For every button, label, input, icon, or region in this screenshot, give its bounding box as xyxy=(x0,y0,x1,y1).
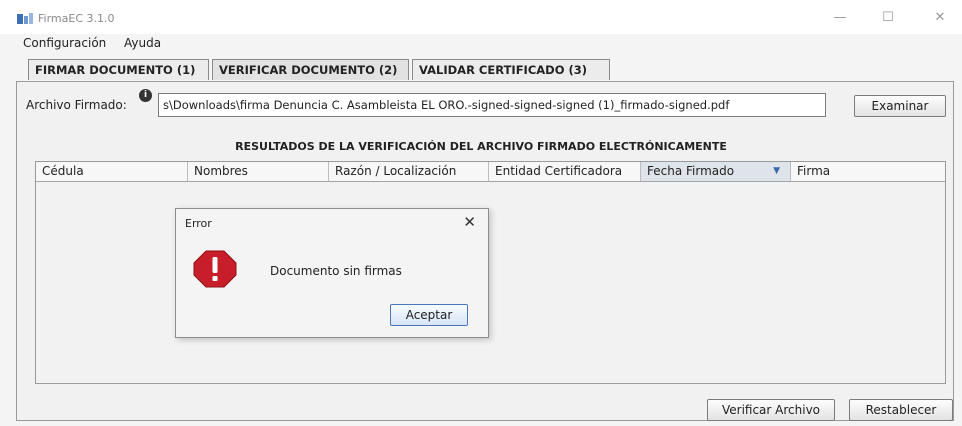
tab-validar-certificado[interactable]: VALIDAR CERTIFICADO (3) xyxy=(412,59,610,80)
tab-verificar-documento[interactable]: VERIFICAR DOCUMENTO (2) xyxy=(212,59,409,80)
title-bar: FirmaEC 3.1.0 — ☐ ✕ xyxy=(0,0,962,34)
column-firma[interactable]: Firma xyxy=(791,162,945,181)
column-razon-localizacion[interactable]: Razón / Localización xyxy=(329,162,489,181)
window-title: FirmaEC 3.1.0 xyxy=(38,12,115,25)
app-logo-icon xyxy=(17,13,33,24)
menu-ayuda[interactable]: Ayuda xyxy=(124,36,161,50)
tab-firmar-documento[interactable]: FIRMAR DOCUMENTO (1) xyxy=(28,59,209,80)
examinar-button[interactable]: Examinar xyxy=(854,95,946,117)
close-icon[interactable]: ✕ xyxy=(930,10,950,26)
error-icon xyxy=(193,250,237,288)
column-fecha-firmado[interactable]: Fecha Firmado ▼ xyxy=(641,162,791,181)
minimize-icon[interactable]: — xyxy=(830,10,850,26)
column-fecha-firmado-label: Fecha Firmado xyxy=(647,164,735,178)
info-icon: i xyxy=(139,89,152,102)
aceptar-button[interactable]: Aceptar xyxy=(390,304,468,326)
results-table-header: Cédula Nombres Razón / Localización Enti… xyxy=(36,162,945,182)
restablecer-button[interactable]: Restablecer xyxy=(849,399,953,421)
menu-configuracion[interactable]: Configuración xyxy=(23,36,106,50)
maximize-icon[interactable]: ☐ xyxy=(878,10,898,26)
app-window: FirmaEC 3.1.0 — ☐ ✕ Configuración Ayuda … xyxy=(0,0,962,426)
results-title: RESULTADOS DE LA VERIFICACIÓN DEL ARCHIV… xyxy=(235,140,727,153)
archivo-path-field[interactable]: s\Downloads\firma Denuncia C. Asambleist… xyxy=(158,93,826,117)
dialog-message: Documento sin firmas xyxy=(270,264,402,278)
verificar-archivo-button[interactable]: Verificar Archivo xyxy=(707,399,835,421)
column-nombres[interactable]: Nombres xyxy=(188,162,329,181)
results-table: Cédula Nombres Razón / Localización Enti… xyxy=(35,161,946,384)
dialog-title: Error xyxy=(185,217,212,230)
column-cedula[interactable]: Cédula xyxy=(36,162,188,181)
column-entidad-certificadora[interactable]: Entidad Certificadora xyxy=(489,162,641,181)
sort-descending-icon: ▼ xyxy=(773,166,780,176)
error-dialog: Error ✕ Documento sin firmas Aceptar xyxy=(175,208,489,338)
archivo-firmado-label: Archivo Firmado: xyxy=(26,98,127,112)
dialog-close-icon[interactable]: ✕ xyxy=(463,213,476,231)
